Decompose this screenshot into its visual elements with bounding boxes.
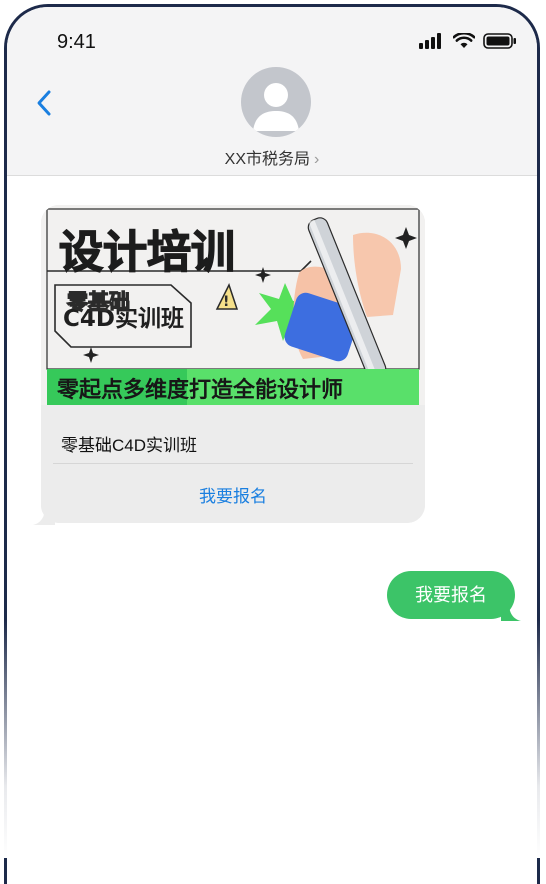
status-icons: [419, 33, 517, 49]
contact-name: XX市税务局: [224, 151, 311, 168]
card-divider: [53, 463, 413, 464]
sent-message-bubble: 我要报名: [387, 571, 515, 619]
back-chevron-icon[interactable]: [33, 89, 55, 117]
status-time: 9:41: [57, 31, 96, 53]
svg-text:!: !: [223, 294, 229, 310]
sent-bubble-tail: [501, 601, 521, 621]
banner-slogan: 零起点多维度打造全能设计师: [56, 377, 343, 403]
wifi-icon: [453, 33, 475, 48]
banner-headline: 设计培训: [59, 227, 235, 278]
card-title: 零基础C4D实训班: [61, 436, 198, 455]
conversation-header: 9:41 XX市税务局 ›: [7, 7, 537, 176]
signal-icon: [419, 33, 441, 49]
banner-art: C4D实训班 设计培训 零基础 ! 零起点多维度打造全能设计师: [41, 205, 425, 405]
course-banner-image[interactable]: C4D实训班 设计培训 零基础 ! 零起点多维度打造全能设计师: [41, 205, 425, 405]
phone-frame: 9:41 XX市税务局 › C4D实训班 设计培训 零基础 ! 零起点多维度打造…: [4, 4, 540, 884]
card-body: C4D实训班 设计培训 零基础 ! 零起点多维度打造全能设计师 零基础C4D实训…: [41, 205, 425, 523]
contact-name-row[interactable]: XX市税务局 ›: [7, 145, 537, 169]
contact-avatar[interactable]: [241, 67, 311, 137]
contact-chevron-icon: ›: [314, 151, 320, 168]
banner-sub-badge: 零基础: [66, 290, 130, 314]
person-icon: [253, 83, 299, 131]
battery-icon: [483, 33, 516, 49]
register-link-button[interactable]: 我要报名: [41, 482, 425, 507]
rich-message-card[interactable]: C4D实训班 设计培训 零基础 ! 零起点多维度打造全能设计师 零基础C4D实训…: [33, 205, 425, 525]
